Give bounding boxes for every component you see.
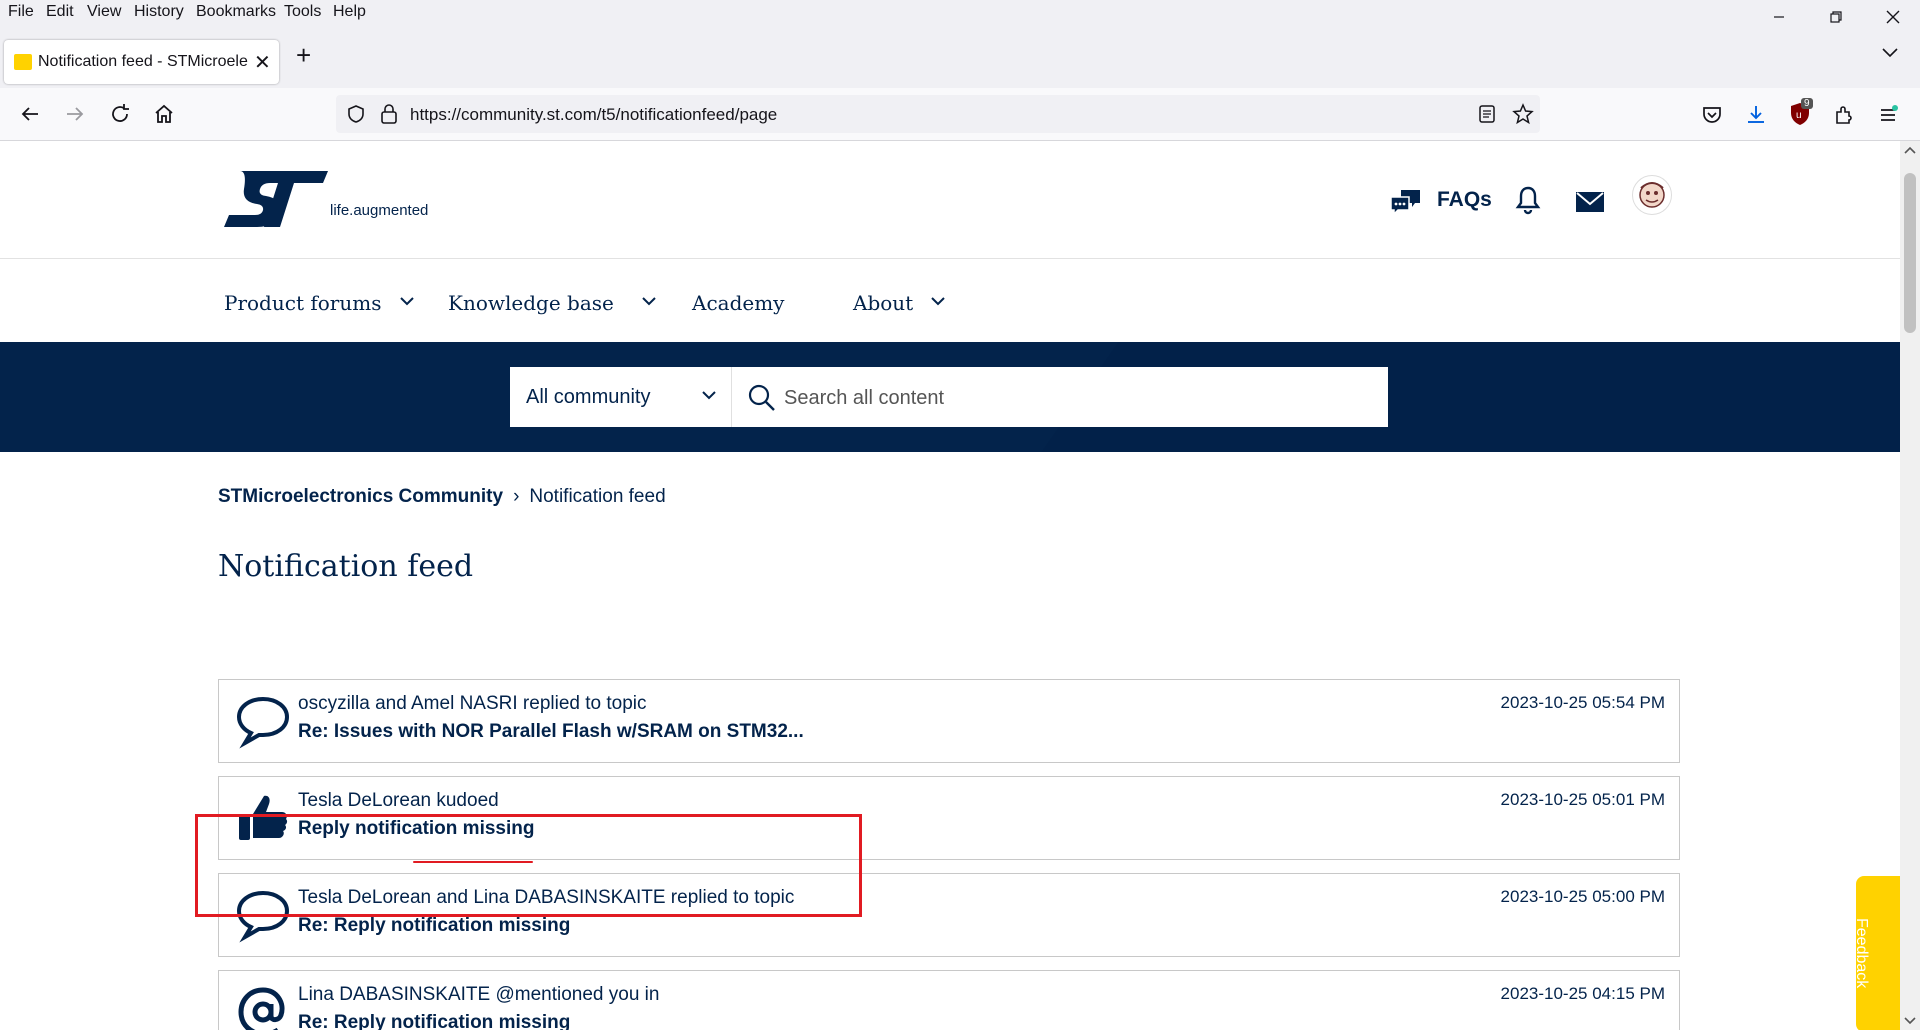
messages-envelope-icon[interactable] — [1575, 191, 1605, 213]
notification-actor[interactable]: Lina DABASINSKAITE @mentioned you in — [298, 984, 659, 1006]
menu-edit[interactable]: Edit — [46, 3, 74, 21]
close-tab-icon[interactable]: ✕ — [254, 50, 271, 75]
notification-actor[interactable]: oscyzilla and Amel NASRI replied to topi… — [298, 693, 647, 715]
notifications-bell-icon[interactable] — [1515, 185, 1541, 215]
page-title: Notification feed — [218, 549, 474, 584]
tab-notification-feed[interactable]: Notification feed - STMicroelectronics C… — [4, 40, 279, 84]
reader-view-icon[interactable] — [1478, 104, 1496, 124]
chevron-down-icon[interactable] — [931, 297, 945, 306]
bookmark-star-icon[interactable] — [1512, 103, 1534, 125]
search-scope-label: All community — [526, 386, 651, 408]
menu-bookmarks[interactable]: Bookmarks — [196, 3, 276, 21]
notification-time: 2023-10-25 05:00 PM — [1500, 887, 1665, 906]
svg-text:u: u — [1796, 110, 1802, 121]
search-input[interactable] — [782, 375, 1376, 421]
scroll-up-icon[interactable] — [1904, 145, 1916, 155]
tab-strip: Notification feed - STMicroelectronics C… — [0, 24, 1920, 88]
scroll-down-icon[interactable] — [1904, 1016, 1916, 1026]
st-logo-mark-icon — [224, 171, 328, 227]
forum-chat-icon[interactable] — [1389, 187, 1423, 217]
ublock-extension-icon[interactable]: u 9 — [1788, 98, 1814, 129]
site-tagline: life.augmented — [330, 202, 429, 219]
site-header: life.augmented FAQs — [0, 141, 1900, 259]
menu-help[interactable]: Help — [333, 3, 366, 21]
notification-item[interactable]: oscyzilla and Amel NASRI replied to topi… — [218, 679, 1680, 763]
new-tab-button[interactable]: + — [296, 42, 311, 68]
menu-view[interactable]: View — [87, 3, 121, 21]
shield-icon[interactable] — [346, 104, 366, 124]
nav-knowledge-base[interactable]: Knowledge base — [448, 291, 614, 315]
extension-badge: 9 — [1801, 98, 1813, 109]
nav-academy[interactable]: Academy — [692, 291, 784, 315]
avatar-image-icon — [1639, 182, 1665, 208]
menu-history[interactable]: History — [134, 3, 184, 21]
speech-bubble-icon — [236, 696, 290, 749]
search-box: All community — [510, 367, 1388, 427]
breadcrumb-current: Notification feed — [529, 486, 666, 507]
app-menu-icon[interactable] — [1876, 103, 1900, 127]
page-viewport: life.augmented FAQs Product forums Knowl… — [0, 141, 1900, 1030]
downloads-icon[interactable] — [1744, 103, 1768, 127]
address-bar[interactable]: https://community.st.com/t5/notification… — [336, 95, 1540, 133]
extensions-icon[interactable] — [1832, 103, 1856, 127]
chevron-down-icon[interactable] — [642, 297, 656, 306]
reload-icon[interactable] — [108, 102, 132, 126]
main-navigation: Product forums Knowledge base Academy Ab… — [0, 259, 1900, 341]
st-favicon-icon — [14, 54, 32, 70]
notification-time: 2023-10-25 05:54 PM — [1500, 693, 1665, 712]
feedback-label: Feedback — [1853, 918, 1870, 989]
home-icon[interactable] — [152, 102, 176, 126]
notification-item[interactable]: Lina DABASINSKAITE @mentioned you in Re:… — [218, 970, 1680, 1030]
chevron-down-icon[interactable] — [400, 297, 414, 306]
breadcrumb-home-link[interactable]: STMicroelectronics Community — [218, 486, 503, 507]
nav-about[interactable]: About — [853, 291, 913, 315]
st-logo[interactable]: life.augmented — [222, 169, 472, 233]
breadcrumb-separator: › — [513, 486, 520, 507]
search-scope-select[interactable]: All community — [510, 367, 732, 427]
pocket-icon[interactable] — [1700, 103, 1724, 127]
nav-product-forums[interactable]: Product forums — [224, 291, 381, 315]
faqs-link[interactable]: FAQs — [1437, 188, 1492, 212]
at-sign-icon — [238, 987, 285, 1030]
tab-title: Notification feed - STMicroelectronics C… — [38, 53, 248, 70]
list-tabs-icon[interactable] — [1882, 48, 1898, 58]
notification-subject-link[interactable]: Re: Issues with NOR Parallel Flash w/SRA… — [298, 721, 804, 743]
lock-icon[interactable] — [380, 103, 398, 125]
user-avatar[interactable] — [1632, 175, 1672, 215]
scrollbar-thumb[interactable] — [1904, 173, 1916, 333]
search-icon[interactable] — [748, 384, 776, 412]
notification-actor[interactable]: Tesla DeLorean kudoed — [298, 790, 499, 812]
forward-icon[interactable] — [63, 102, 87, 126]
feedback-tab[interactable]: Feedback — [1853, 876, 1900, 1030]
back-icon[interactable] — [18, 102, 42, 126]
annotation-underline — [413, 861, 533, 863]
notification-time: 2023-10-25 05:01 PM — [1500, 790, 1665, 809]
notification-subject-link[interactable]: Re: Reply notification missing — [298, 1012, 570, 1030]
menu-file[interactable]: File — [8, 3, 34, 21]
page-scrollbar[interactable] — [1900, 141, 1920, 1030]
menu-bar: File Edit View History Bookmarks Tools H… — [0, 0, 1920, 24]
chevron-down-icon — [702, 391, 716, 400]
search-banner: All community — [0, 342, 1900, 452]
breadcrumb: STMicroelectronics Community › Notificatio… — [218, 486, 666, 508]
url-text[interactable]: https://community.st.com/t5/notification… — [410, 105, 777, 125]
annotation-highlight-box — [195, 814, 862, 917]
menu-tools[interactable]: Tools — [284, 3, 321, 21]
notification-subject-link[interactable]: Re: Reply notification missing — [298, 915, 570, 937]
notification-time: 2023-10-25 04:15 PM — [1500, 984, 1665, 1003]
